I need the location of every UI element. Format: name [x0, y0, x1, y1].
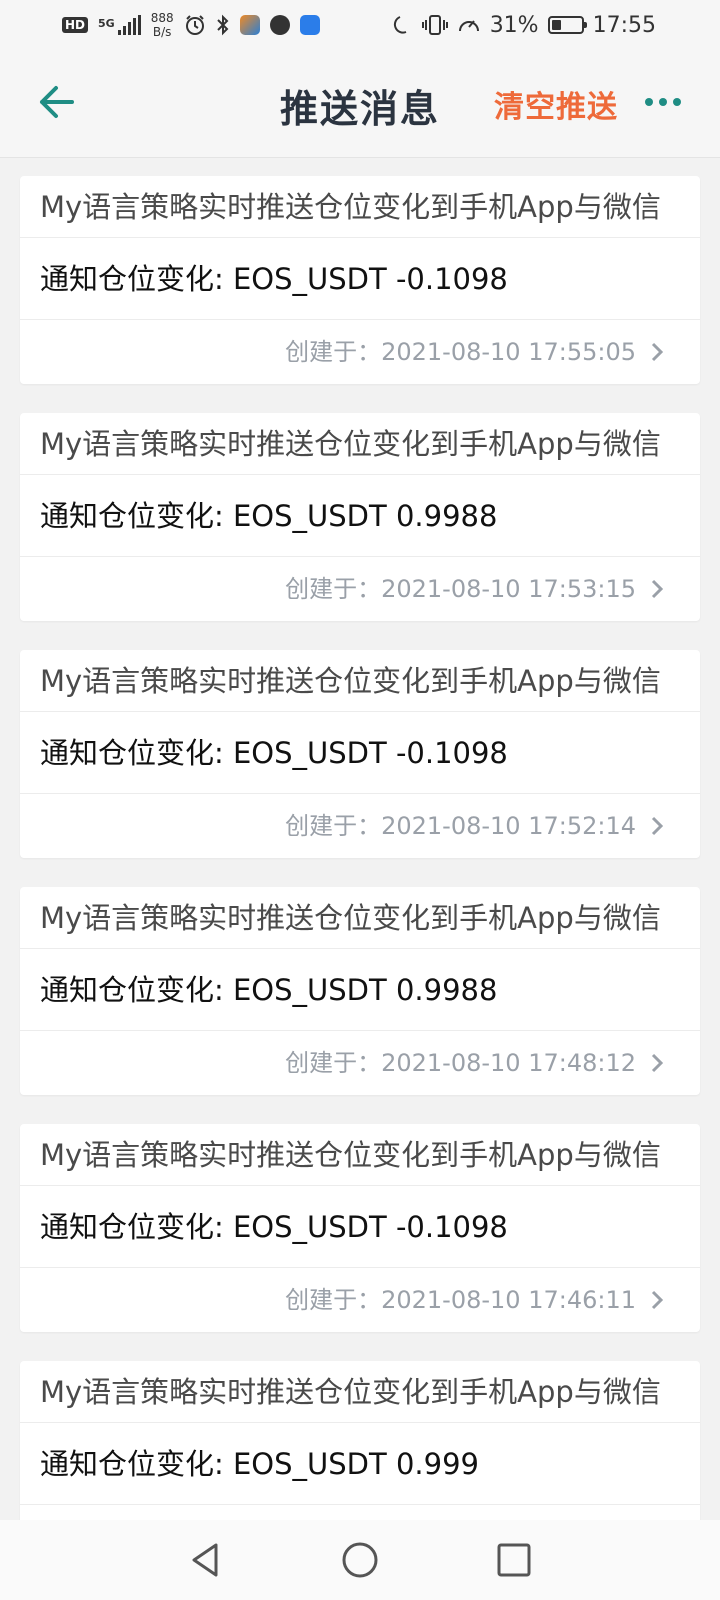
- app-header: 推送消息 清空推送: [0, 50, 720, 158]
- message-card[interactable]: My语言策略实时推送仓位变化到手机App与微信 通知仓位变化: EOS_USDT…: [20, 887, 700, 1095]
- message-time: 创建于：2021-08-10 17:48:12: [285, 1049, 636, 1077]
- app-icon-2: [269, 15, 290, 35]
- message-title: My语言策略实时推送仓位变化到手机App与微信: [20, 1361, 700, 1423]
- status-right: 31% 17:55: [391, 10, 656, 40]
- message-title: My语言策略实时推送仓位变化到手机App与微信: [20, 887, 700, 949]
- message-title: My语言策略实时推送仓位变化到手机App与微信: [20, 176, 700, 238]
- bluetooth-icon: [216, 14, 229, 36]
- message-body: 通知仓位变化: EOS_USDT 0.9988: [20, 949, 700, 1031]
- message-title: My语言策略实时推送仓位变化到手机App与微信: [20, 1124, 700, 1186]
- battery-percent: 31%: [489, 12, 539, 38]
- message-time: 创建于：2021-08-10 17:52:14: [285, 812, 636, 840]
- message-footer: 创建于：2021-08-10 17:52:14: [20, 794, 700, 858]
- message-card[interactable]: My语言策略实时推送仓位变化到手机App与微信 通知仓位变化: EOS_USDT…: [20, 413, 700, 621]
- chevron-right-icon: [651, 579, 664, 599]
- net-speed-value: 888: [150, 11, 174, 25]
- message-footer: [20, 1505, 700, 1520]
- signal-icon: 5G: [98, 15, 141, 35]
- chevron-right-icon: [651, 1053, 664, 1073]
- hd-icon: HD: [62, 17, 89, 33]
- message-footer: 创建于：2021-08-10 17:53:15: [20, 557, 700, 621]
- message-body: 通知仓位变化: EOS_USDT -0.1098: [20, 1186, 700, 1268]
- recents-square-icon[interactable]: [494, 1540, 534, 1580]
- network-type-label: 5G: [98, 17, 115, 30]
- chevron-right-icon: [651, 816, 664, 836]
- system-nav-bar: [0, 1520, 720, 1600]
- message-footer: 创建于：2021-08-10 17:55:05: [20, 320, 700, 384]
- message-title: My语言策略实时推送仓位变化到手机App与微信: [20, 413, 700, 475]
- message-title: My语言策略实时推送仓位变化到手机App与微信: [20, 650, 700, 712]
- clear-push-button[interactable]: 清空推送: [494, 82, 618, 126]
- screen: HD 5G 888 B/s 31% 17:55 推送消息 清空推送 My语言策略…: [0, 0, 720, 1600]
- chevron-right-icon: [651, 342, 664, 362]
- status-bar: HD 5G 888 B/s 31% 17:55: [0, 0, 720, 50]
- message-list[interactable]: My语言策略实时推送仓位变化到手机App与微信 通知仓位变化: EOS_USDT…: [0, 158, 720, 1520]
- more-dots-icon[interactable]: [645, 98, 685, 110]
- moon-icon: [393, 16, 407, 34]
- battery-icon: [547, 16, 587, 34]
- message-footer: 创建于：2021-08-10 17:46:11: [20, 1268, 700, 1332]
- message-card[interactable]: My语言策略实时推送仓位变化到手机App与微信 通知仓位变化: EOS_USDT…: [20, 1361, 700, 1520]
- net-speed-unit: B/s: [152, 25, 172, 39]
- vibrate-icon: [421, 15, 448, 35]
- home-circle-icon[interactable]: [340, 1540, 380, 1580]
- back-triangle-icon[interactable]: [186, 1540, 226, 1580]
- battery-fill: [551, 20, 561, 30]
- message-body: 通知仓位变化: EOS_USDT 0.999: [20, 1423, 700, 1505]
- message-time: 创建于：2021-08-10 17:55:05: [285, 338, 636, 366]
- chevron-right-icon: [651, 1290, 664, 1310]
- message-card[interactable]: My语言策略实时推送仓位变化到手机App与微信 通知仓位变化: EOS_USDT…: [20, 176, 700, 384]
- message-body: 通知仓位变化: EOS_USDT 0.9988: [20, 475, 700, 557]
- message-card[interactable]: My语言策略实时推送仓位变化到手机App与微信 通知仓位变化: EOS_USDT…: [20, 650, 700, 858]
- message-time: 创建于：2021-08-10 17:53:15: [285, 575, 636, 603]
- message-body: 通知仓位变化: EOS_USDT -0.1098: [20, 712, 700, 794]
- alarm-icon: [185, 15, 204, 35]
- message-time: 创建于：2021-08-10 17:46:11: [285, 1286, 636, 1314]
- net-speed: 888 B/s: [151, 11, 174, 39]
- clock: 17:55: [592, 12, 656, 38]
- app-icon-3: [299, 15, 320, 35]
- message-body: 通知仓位变化: EOS_USDT -0.1098: [20, 238, 700, 320]
- message-footer: 创建于：2021-08-10 17:48:12: [20, 1031, 700, 1095]
- speed-icon: [458, 20, 479, 32]
- status-left: HD 5G 888 B/s: [62, 10, 320, 40]
- app-icon-1: [239, 15, 260, 35]
- message-card[interactable]: My语言策略实时推送仓位变化到手机App与微信 通知仓位变化: EOS_USDT…: [20, 1124, 700, 1332]
